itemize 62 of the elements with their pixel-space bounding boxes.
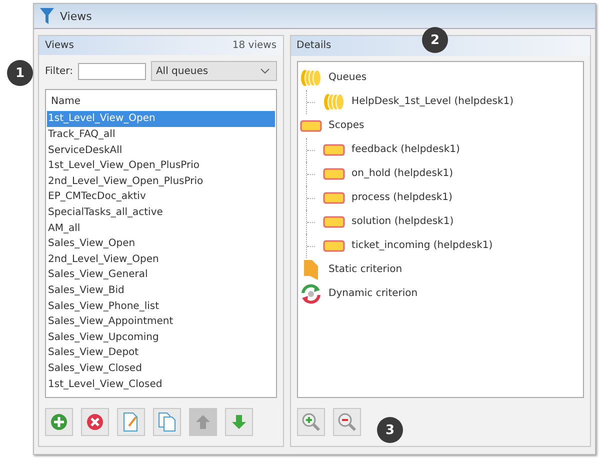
view-item[interactable]: 1st_Level_View_Closed [47,376,275,392]
view-item[interactable]: Sales_View_Upcoming [47,330,275,346]
copy-icon [158,412,176,432]
tree-item[interactable]: Queues [328,72,367,83]
column-header[interactable]: Name [47,91,275,112]
tree-item[interactable]: Dynamic criterion [328,288,418,299]
rectangle-icon [322,144,345,156]
view-item[interactable]: EP_CMTecDoc_aktiv [47,189,275,206]
tree-item[interactable]: on_hold (helpdesk1) [352,168,454,179]
tree-item[interactable]: HelpDesk_1st_Level (helpdesk1) [352,96,514,107]
arrow-down-icon [230,413,248,431]
tree-item[interactable]: Static criterion [328,264,402,275]
view-item[interactable]: Sales_View_Depot [47,345,275,361]
tree-item[interactable]: feedback (helpdesk1) [352,144,460,155]
copy-button[interactable] [153,408,181,436]
window-title: Views [60,10,92,22]
edit-icon [122,412,140,432]
rectangle-icon [322,240,345,252]
chevron-icon [260,68,270,74]
rectangle-icon [300,120,322,132]
arrow-up-icon [194,413,212,431]
view-item[interactable]: 2nd_Level_View_Open_PlusPrio [47,174,275,190]
view-item[interactable]: 2nd_Level_View_Open [47,252,275,268]
coins-icon [322,92,345,110]
plus-icon [50,413,68,431]
add-button[interactable] [45,408,73,436]
queue-dropdown[interactable]: All queues [150,61,277,82]
zoom-in-icon [300,412,321,432]
panel-title: Details [296,40,332,52]
refresh-icon [300,282,322,304]
coins-icon [300,68,322,86]
filter-field[interactable] [78,62,146,80]
delete-button[interactable] [81,408,109,436]
rectangle-icon [322,216,345,228]
rectangle-icon [322,192,345,204]
view-item[interactable]: Sales_View_Phone_list [47,298,275,314]
filter-icon [40,8,54,24]
rectangle-icon [322,168,345,180]
view-item[interactable]: Sales_View_Open [47,236,275,252]
view-item[interactable]: Track_FAQ_all [47,127,275,143]
tree-item[interactable]: solution (helpdesk1) [352,216,454,227]
tree-item[interactable]: process (helpdesk1) [352,192,452,203]
panel-title: Views [45,40,74,52]
edit-button[interactable] [117,408,145,436]
view-item[interactable]: Sales_View_Closed [47,360,275,377]
cross-icon [86,413,104,431]
view-item[interactable]: AM_all [47,220,275,236]
view-item[interactable]: Sales_View_General [47,267,275,283]
tree-item[interactable]: Scopes [328,120,364,131]
filter-label: Filter: [45,66,73,77]
zoom-out-button[interactable] [332,408,361,436]
view-item[interactable]: ServiceDeskAll [47,142,275,158]
callout-badge: 1 [7,60,33,86]
view-item[interactable]: Sales_View_Appointment [47,314,275,330]
view-item[interactable]: Sales_View_Bid [47,282,275,299]
view-item[interactable]: 1st_Level_View_Open_PlusPrio [47,158,275,174]
zoom-out-icon [336,412,357,432]
view-count: 18 views [232,40,277,52]
tree-item[interactable]: ticket_incoming (helpdesk1) [352,240,493,251]
move-down-button[interactable] [225,408,253,436]
view-item[interactable]: SpecialTasks_all_active [47,205,275,221]
zoom-in-button[interactable] [296,408,325,436]
